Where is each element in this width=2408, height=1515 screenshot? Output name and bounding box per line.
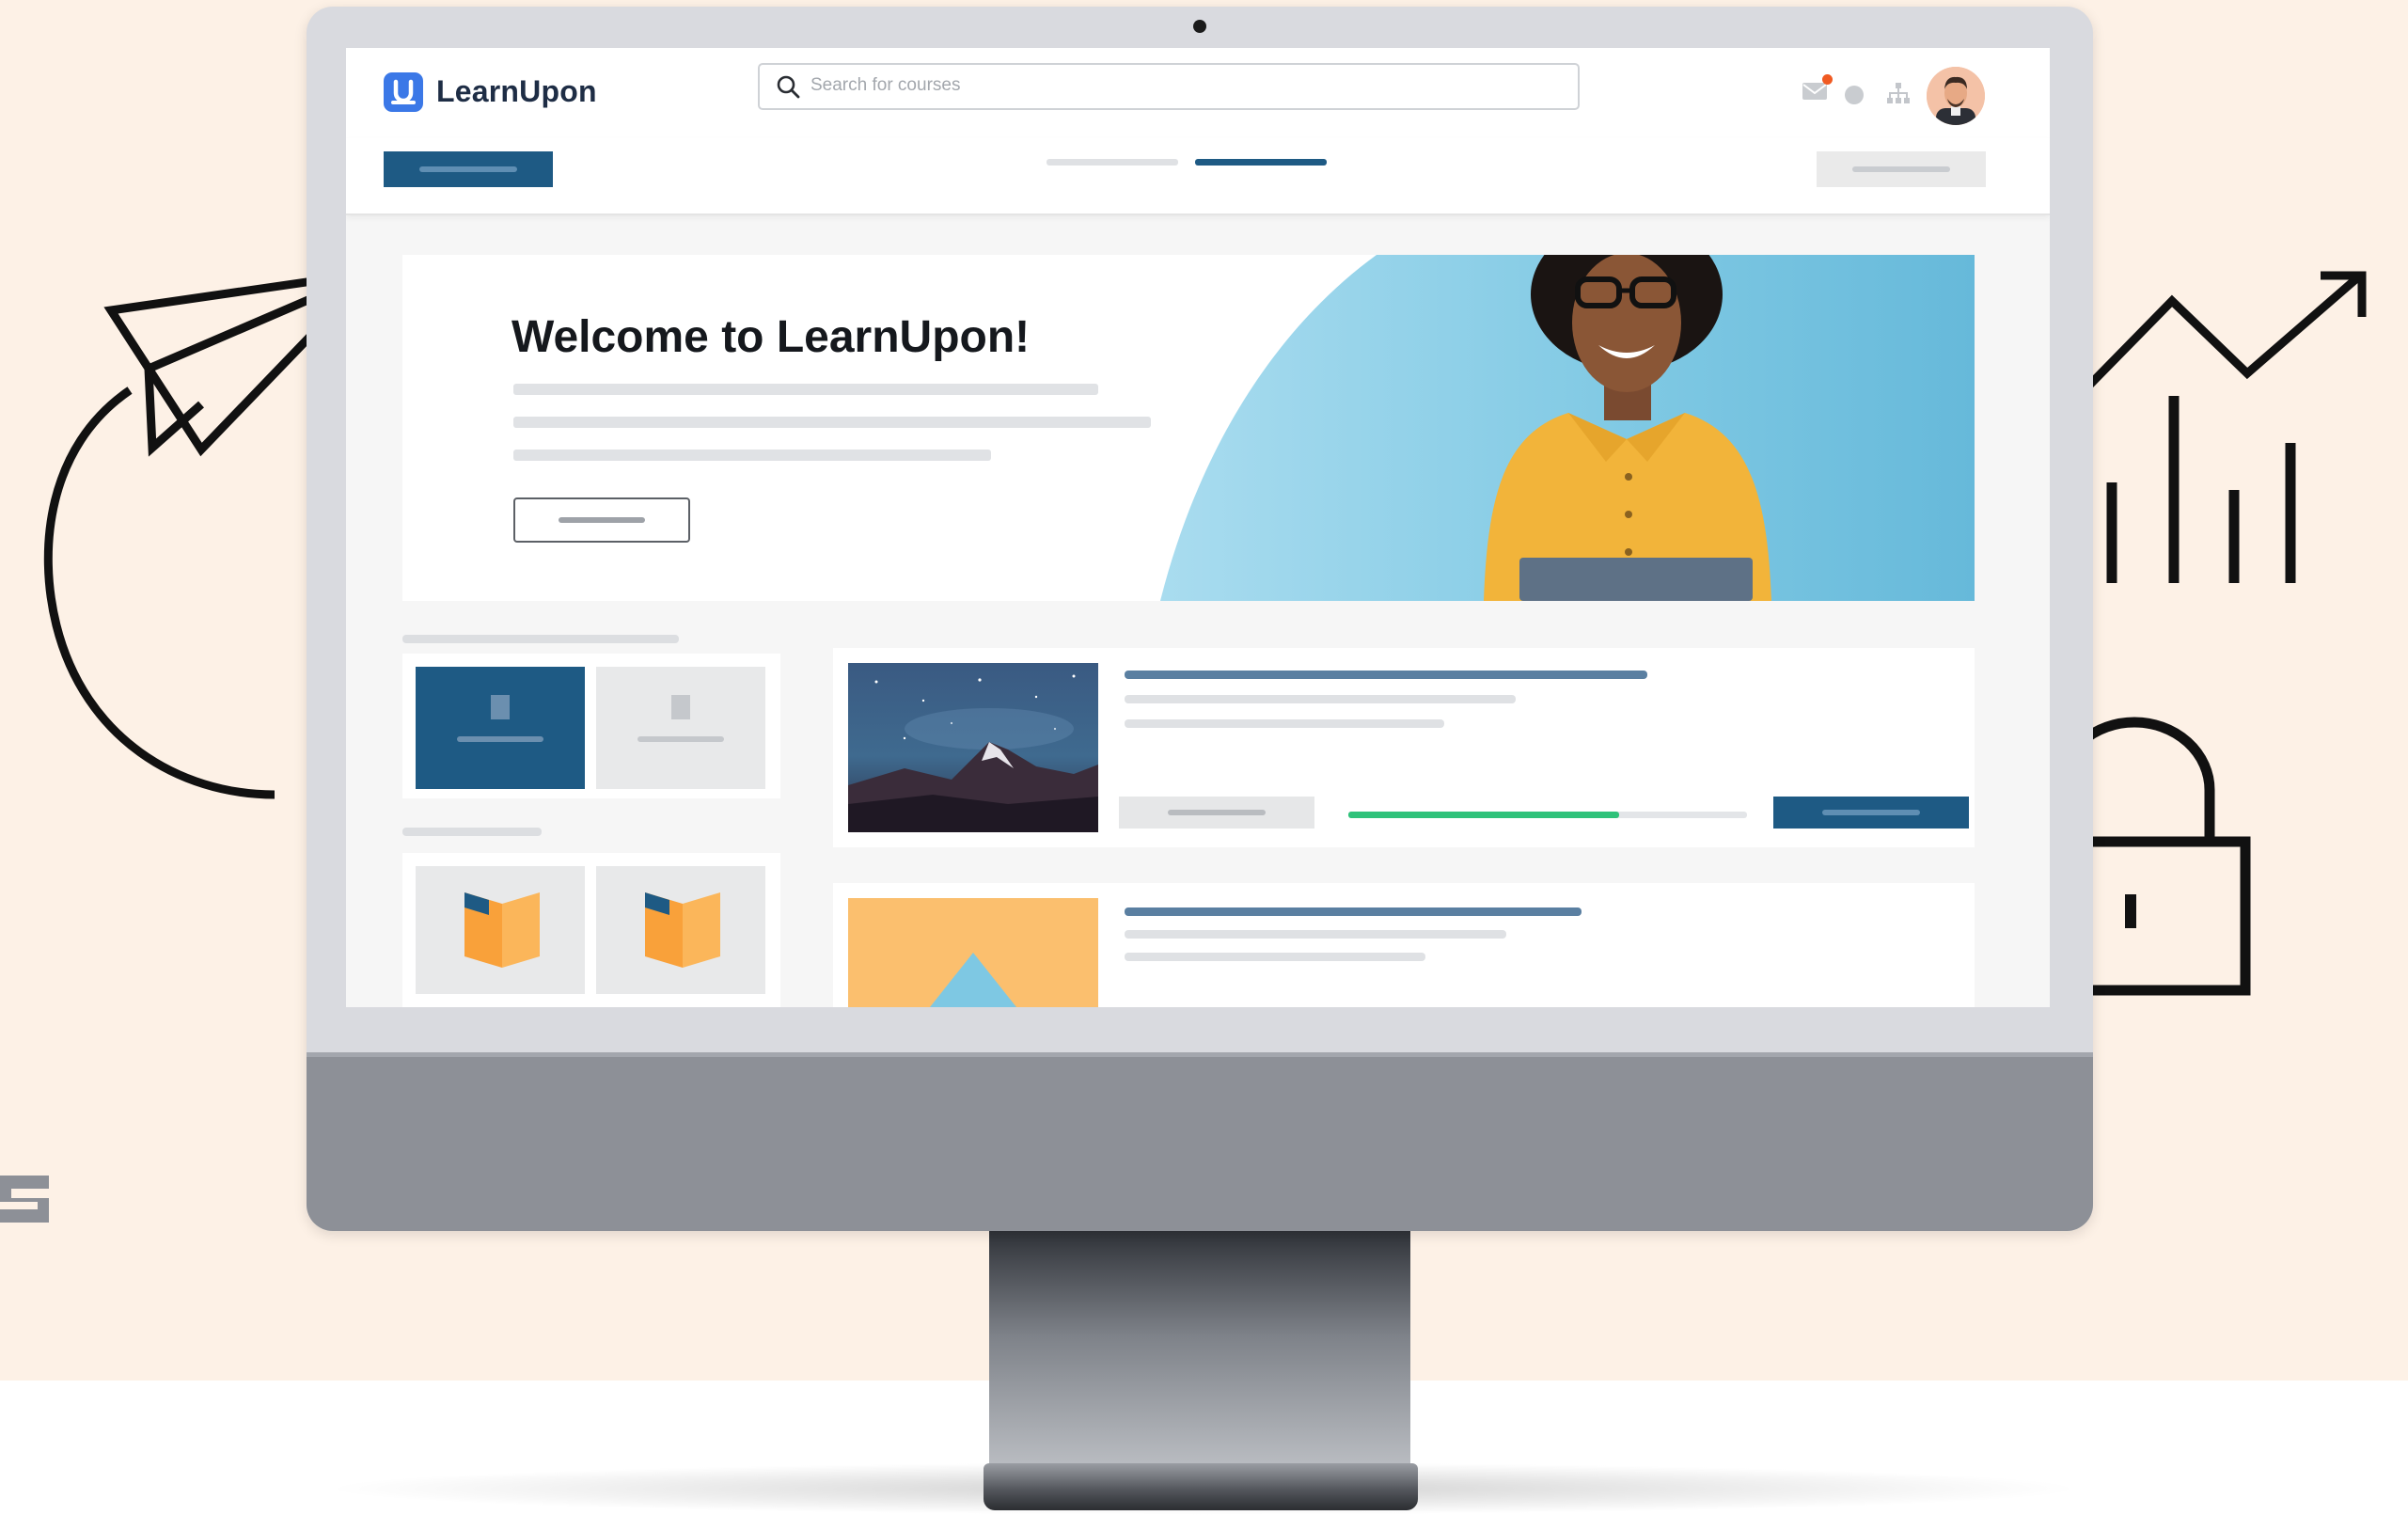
camera-dot (1193, 20, 1206, 33)
course-text-line (1125, 719, 1444, 728)
search-input[interactable] (809, 71, 1546, 101)
notification-badge (1822, 74, 1833, 85)
partial-brand-mark-icon (0, 1176, 49, 1223)
monitor-chin-edge (307, 1052, 2093, 1057)
course-title-line (1125, 907, 1582, 916)
box-icon (464, 892, 540, 968)
hero-cta-button[interactable] (513, 497, 690, 543)
tab-inactive[interactable] (1047, 159, 1178, 166)
tile-label-line (637, 736, 724, 742)
category-tile-selected[interactable] (416, 667, 585, 789)
course-thumbnail-mountain[interactable] (848, 663, 1098, 832)
sub-navigation (346, 138, 2050, 215)
resource-tile[interactable] (596, 866, 765, 994)
category-tile-panel (402, 654, 780, 798)
course-secondary-button[interactable] (1119, 797, 1314, 829)
course-text-line (1125, 953, 1425, 961)
section-heading-line (402, 828, 542, 836)
search-bar[interactable] (758, 63, 1580, 110)
course-text-line (1125, 695, 1516, 703)
screen: LearnUpon Search for courses Welcome to … (346, 48, 2050, 1007)
top-bar: LearnUpon (346, 48, 2050, 139)
course-progress-bar (1348, 812, 1747, 818)
course-thumbnail-triangle[interactable] (848, 898, 1098, 1007)
search-icon (777, 75, 800, 99)
status-circle-icon[interactable] (1845, 86, 1864, 104)
brand-name[interactable]: LearnUpon (436, 74, 597, 109)
mail-icon[interactable] (1802, 82, 1828, 101)
category-tile[interactable] (596, 667, 765, 789)
box-icon (645, 892, 720, 968)
secondary-action-button[interactable] (1817, 151, 1986, 187)
course-card[interactable] (833, 883, 1975, 1007)
resource-tile-panel (402, 853, 780, 1007)
tab-active[interactable] (1195, 159, 1327, 166)
tile-label-line (457, 736, 543, 742)
tile-icon (491, 695, 510, 719)
curved-arrow-icon (43, 387, 275, 799)
hero-title: Welcome to LearnUpon! (512, 312, 1031, 362)
smiling-woman-image (1484, 255, 1771, 601)
hero-text-line (513, 417, 1151, 428)
monitor: LearnUpon Search for courses Welcome to … (307, 7, 2093, 1231)
user-avatar[interactable] (1927, 67, 1985, 125)
welcome-hero: Welcome to LearnUpon! (402, 255, 1975, 601)
course-primary-button[interactable] (1773, 797, 1969, 829)
monitor-stand (989, 1230, 1410, 1465)
monitor-foot (984, 1463, 1418, 1510)
course-progress-fill (1348, 812, 1620, 818)
section-heading-line (402, 635, 679, 643)
hero-text-line (513, 384, 1098, 395)
resource-tile[interactable] (416, 866, 585, 994)
tile-icon (671, 695, 690, 719)
monitor-chin (307, 1052, 2093, 1231)
course-title-line (1125, 671, 1647, 679)
course-card[interactable] (833, 648, 1975, 847)
hero-text-line (513, 450, 991, 461)
org-chart-icon[interactable] (1886, 82, 1911, 104)
primary-action-button[interactable] (384, 151, 553, 187)
course-text-line (1125, 930, 1506, 939)
learnupon-logo-icon[interactable] (384, 72, 423, 112)
